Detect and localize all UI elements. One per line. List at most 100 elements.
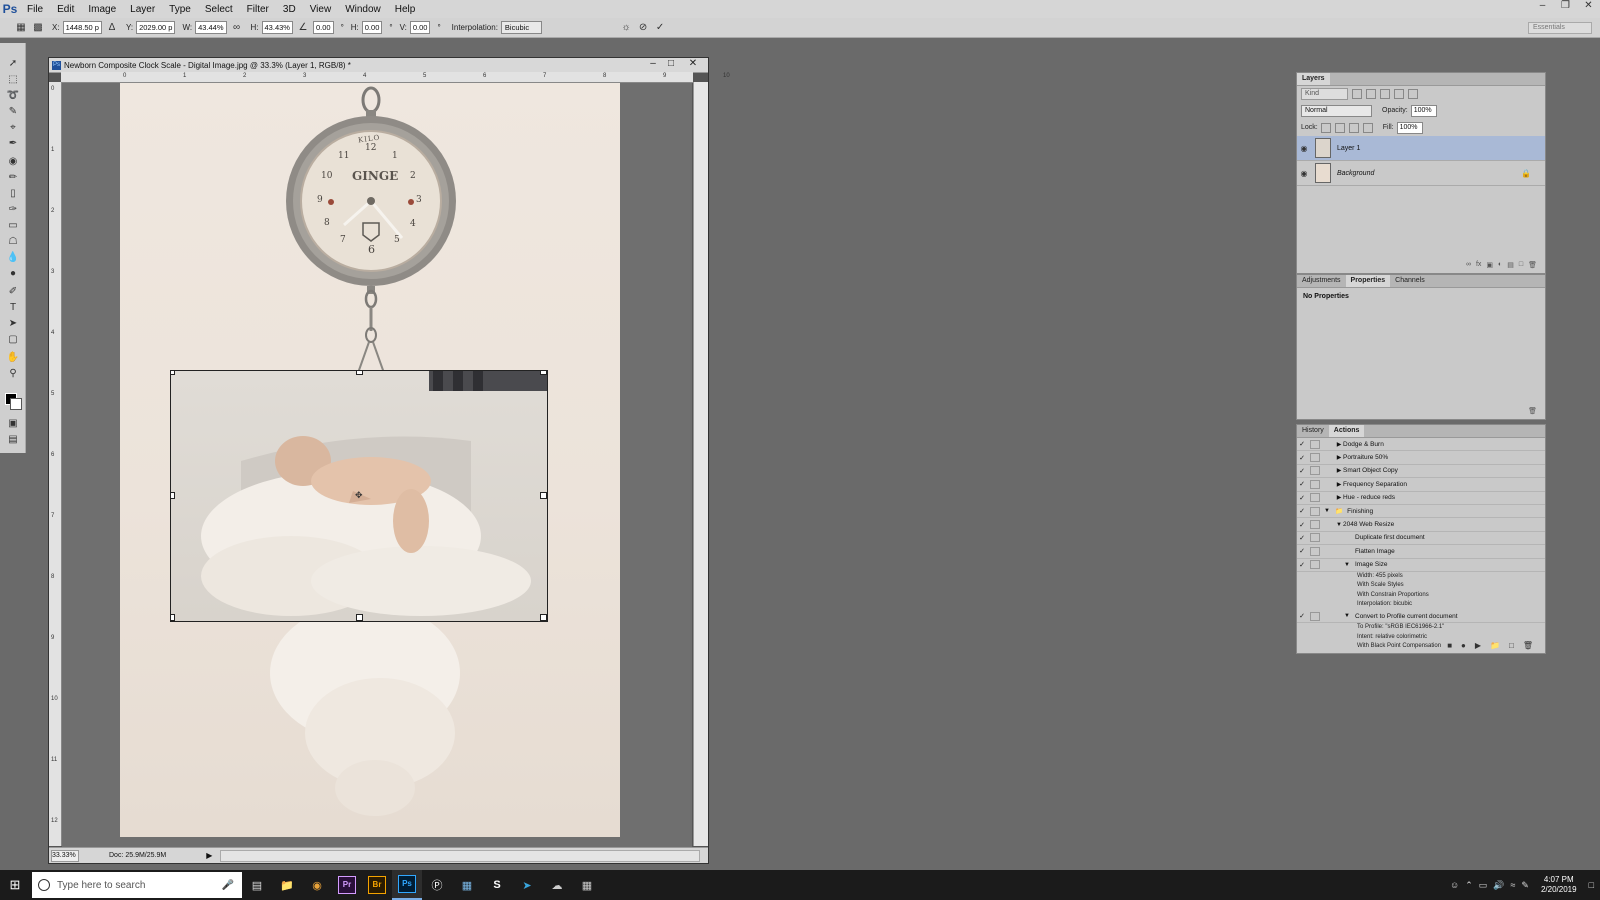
transform-center-icon[interactable]: ✥ (355, 490, 363, 501)
check-icon[interactable]: ✓ (1297, 467, 1307, 475)
transform-handle-tc[interactable] (356, 371, 363, 375)
action-step-row[interactable]: ✓ Flatten Image (1297, 545, 1545, 559)
people-icon[interactable]: ☺ (1450, 880, 1459, 890)
dialog-toggle[interactable] (1310, 611, 1320, 621)
file-explorer-icon[interactable]: 📁 (272, 870, 302, 900)
doc-close-icon[interactable]: ✕ (685, 59, 701, 70)
transform-handle-br[interactable] (540, 614, 547, 621)
menu-3d[interactable]: 3D (276, 4, 303, 15)
layer-row-background[interactable]: ◉ Background 🔒 (1297, 161, 1545, 186)
action-row[interactable]: ✓ ▶ Portraiture 50% (1297, 451, 1545, 465)
zoom-tool-icon[interactable]: ⚲ (5, 367, 21, 381)
check-icon[interactable]: ✓ (1297, 440, 1307, 448)
transform-handle-tr[interactable] (540, 371, 547, 375)
status-menu-icon[interactable]: ▶ (206, 851, 212, 860)
move-tool-icon[interactable]: ➚ (5, 57, 21, 71)
blend-mode-select[interactable]: Normal (1301, 104, 1372, 117)
s-app-icon[interactable]: S (482, 870, 512, 900)
properties-delete-icon[interactable]: 🗑 (1528, 407, 1537, 417)
dialog-toggle[interactable] (1310, 520, 1320, 530)
menu-filter[interactable]: Filter (240, 4, 276, 15)
transform-handle-bl[interactable] (171, 614, 175, 621)
action-row[interactable]: ✓ ▼ 2048 Web Resize (1297, 518, 1545, 532)
check-icon[interactable]: ✓ (1297, 521, 1307, 529)
lock-pixels-icon[interactable] (1334, 122, 1345, 133)
marquee-tool-icon[interactable]: ⬚ (5, 73, 21, 87)
workspace-select[interactable]: Essentials (1528, 22, 1592, 34)
link-layers-icon[interactable]: ∞ (1466, 261, 1471, 271)
horizontal-scrollbar[interactable] (220, 849, 700, 862)
action-center-icon[interactable]: □ (1589, 880, 1594, 890)
tab-actions[interactable]: Actions (1328, 425, 1365, 437)
expand-icon[interactable]: ▶ (1335, 441, 1343, 448)
check-icon[interactable]: ✓ (1297, 507, 1307, 515)
dialog-toggle[interactable] (1310, 453, 1320, 463)
history-brush-tool-icon[interactable]: ✑ (5, 203, 21, 217)
menu-edit[interactable]: Edit (50, 4, 81, 15)
action-step-row[interactable]: ✓ Duplicate first document (1297, 532, 1545, 546)
reference-point-icon[interactable]: ▩ (31, 22, 45, 33)
interpolation-select[interactable]: Bicubic (500, 21, 543, 34)
cancel-transform-icon[interactable]: ⊘ (636, 22, 650, 33)
notes-app-icon[interactable]: ▦ (452, 870, 482, 900)
doc-maximize-icon[interactable]: □ (663, 59, 679, 70)
taskbar-clock[interactable]: 4:07 PM 2/20/2019 (1541, 875, 1577, 895)
menu-image[interactable]: Image (81, 4, 123, 15)
dialog-toggle[interactable] (1310, 546, 1320, 556)
y-field[interactable]: 2029.00 p (136, 21, 176, 34)
play-icon[interactable]: ▶ (1475, 641, 1481, 651)
brush-tool-icon[interactable]: ✏ (5, 171, 21, 185)
action-row[interactable]: ✓ ▶ Hue - reduce reds (1297, 492, 1545, 505)
new-adjustment-icon[interactable]: ◐ (1498, 261, 1502, 271)
transform-handle-mr[interactable] (540, 492, 547, 499)
check-icon[interactable]: ✓ (1297, 547, 1307, 555)
check-icon[interactable]: ✓ (1297, 561, 1307, 569)
action-set-row[interactable]: ✓ ▼ 📁 Finishing (1297, 505, 1545, 519)
link-icon[interactable]: ∞ (230, 22, 244, 33)
menu-file[interactable]: File (20, 4, 50, 15)
transform-handle-tl[interactable] (171, 371, 175, 375)
photoshop-taskbar-icon[interactable]: Ps (392, 870, 422, 900)
check-icon[interactable]: ✓ (1297, 534, 1307, 542)
canvas-area[interactable]: KILO GINGE 12 1 2 3 4 5 6 7 8 9 10 11 ✥ (62, 83, 692, 847)
commit-transform-icon[interactable]: ✓ (653, 22, 667, 33)
action-step-row[interactable]: ✓ ▼ Image Size (1297, 559, 1545, 572)
visibility-eye-icon[interactable]: ◉ (1297, 144, 1311, 153)
expand-icon[interactable]: ▶ (1335, 467, 1343, 474)
delete-layer-icon[interactable]: 🗑 (1528, 261, 1537, 271)
lock-all-icon[interactable] (1362, 122, 1373, 133)
layer-name[interactable]: Background (1337, 170, 1374, 177)
action-row[interactable]: ✓ ▶ Frequency Separation (1297, 478, 1545, 492)
menu-layer[interactable]: Layer (123, 4, 162, 15)
blur-tool-icon[interactable]: 💧 (5, 251, 21, 265)
transform-bounding-box[interactable]: ✥ (170, 370, 548, 622)
lock-position-icon[interactable] (1348, 122, 1359, 133)
new-layer-icon[interactable]: □ (1519, 261, 1523, 271)
opacity-field[interactable]: 100% (1410, 104, 1437, 117)
menu-type[interactable]: Type (162, 4, 198, 15)
tab-adjustments[interactable]: Adjustments (1297, 275, 1346, 287)
battery-icon[interactable]: ▭ (1479, 880, 1488, 891)
document-info[interactable]: Doc: 25.9M/25.9M (109, 852, 166, 859)
rectangle-tool-icon[interactable]: ▢ (5, 333, 21, 347)
new-action-icon[interactable]: □ (1509, 641, 1514, 651)
microphone-icon[interactable]: 🎤 (222, 880, 234, 891)
minimize-icon[interactable]: – (1531, 0, 1554, 14)
healing-brush-tool-icon[interactable]: ◉ (5, 155, 21, 169)
screen-mode-icon[interactable]: ▤ (5, 433, 21, 447)
vertical-ruler[interactable]: 0 1 2 3 4 5 6 7 8 9 10 11 12 (49, 82, 62, 846)
check-icon[interactable]: ✓ (1297, 494, 1307, 502)
transform-handle-bc[interactable] (356, 614, 363, 621)
layer-row-layer-1[interactable]: ◉ Layer 1 (1297, 136, 1545, 161)
calculator-icon[interactable]: ▦ (572, 870, 602, 900)
dialog-toggle[interactable] (1310, 560, 1320, 570)
bridge-icon[interactable]: Br (362, 870, 392, 900)
eyedropper-tool-icon[interactable]: ✒ (5, 137, 21, 151)
path-select-tool-icon[interactable]: ➤ (5, 317, 21, 331)
add-mask-icon[interactable]: ▣ (1486, 261, 1493, 271)
collapse-icon[interactable]: ▼ (1343, 562, 1351, 568)
expand-icon[interactable]: ▶ (1335, 454, 1343, 461)
telegram-icon[interactable]: ➤ (512, 870, 542, 900)
premiere-icon[interactable]: Pr (332, 870, 362, 900)
network-icon[interactable]: ≈ (1510, 880, 1515, 890)
